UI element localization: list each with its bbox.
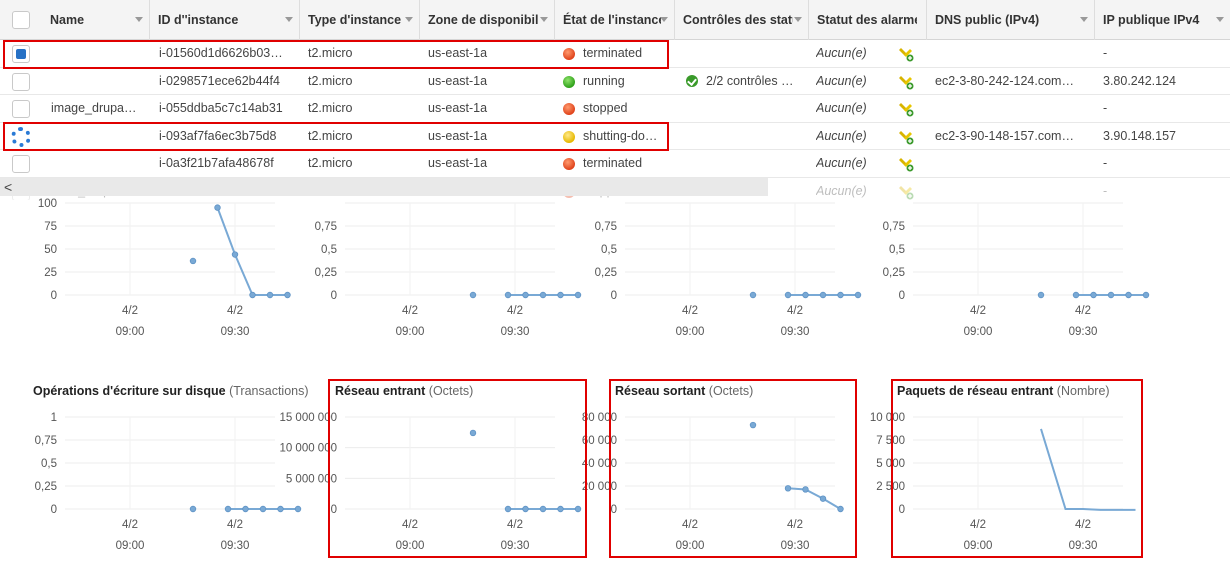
chart-8: 10 000 7 500 5 000 2 500 0 4/2 09:00 4/2 09:30 <box>870 412 1136 552</box>
x-tick-label: 4/2 <box>970 519 986 531</box>
y-tick-label: 10 000 <box>870 412 905 424</box>
y-tick-label: 7 500 <box>876 435 905 447</box>
x-tick-label: 4/2 <box>1075 519 1091 531</box>
x-tick-label: 09:30 <box>1069 540 1098 552</box>
y-tick-label: 5 000 <box>876 458 905 470</box>
y-tick-label: 0 <box>899 504 905 516</box>
y-tick-label: 2 500 <box>876 481 905 493</box>
series-line <box>1040 428 1136 511</box>
x-tick-label: 09:00 <box>964 540 993 552</box>
